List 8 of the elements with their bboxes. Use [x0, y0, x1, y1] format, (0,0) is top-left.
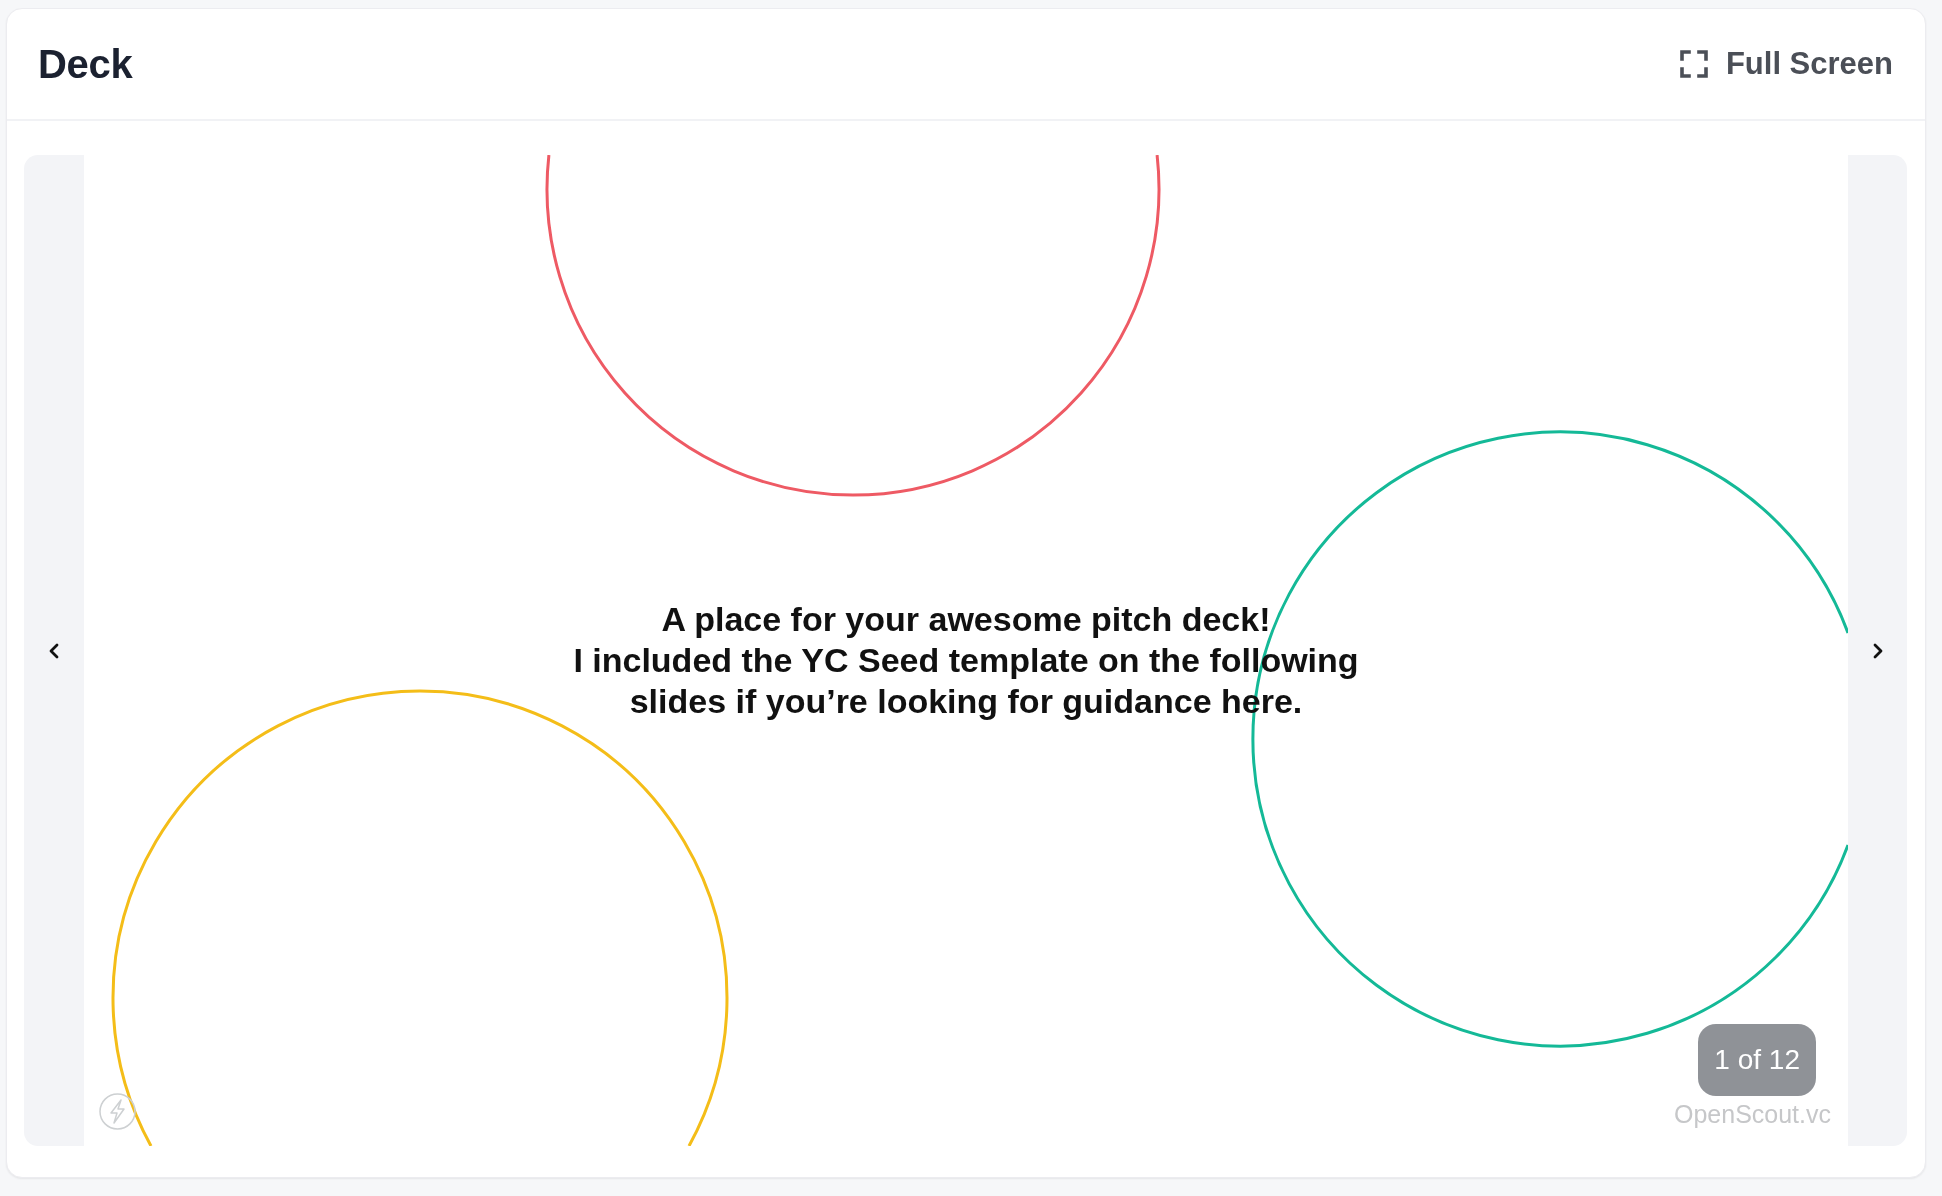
- deck-title: Deck: [38, 41, 133, 87]
- expand-icon: [1679, 50, 1708, 78]
- chevron-left-icon: [49, 642, 59, 659]
- chevron-right-icon: [1872, 642, 1883, 659]
- lightning-bolt-icon: [99, 1093, 136, 1130]
- full-screen-button[interactable]: Full Screen: [1679, 46, 1893, 82]
- slide-counter: 1 of 12: [1698, 1024, 1816, 1096]
- brand-text: OpenScout.vc: [1673, 1100, 1831, 1129]
